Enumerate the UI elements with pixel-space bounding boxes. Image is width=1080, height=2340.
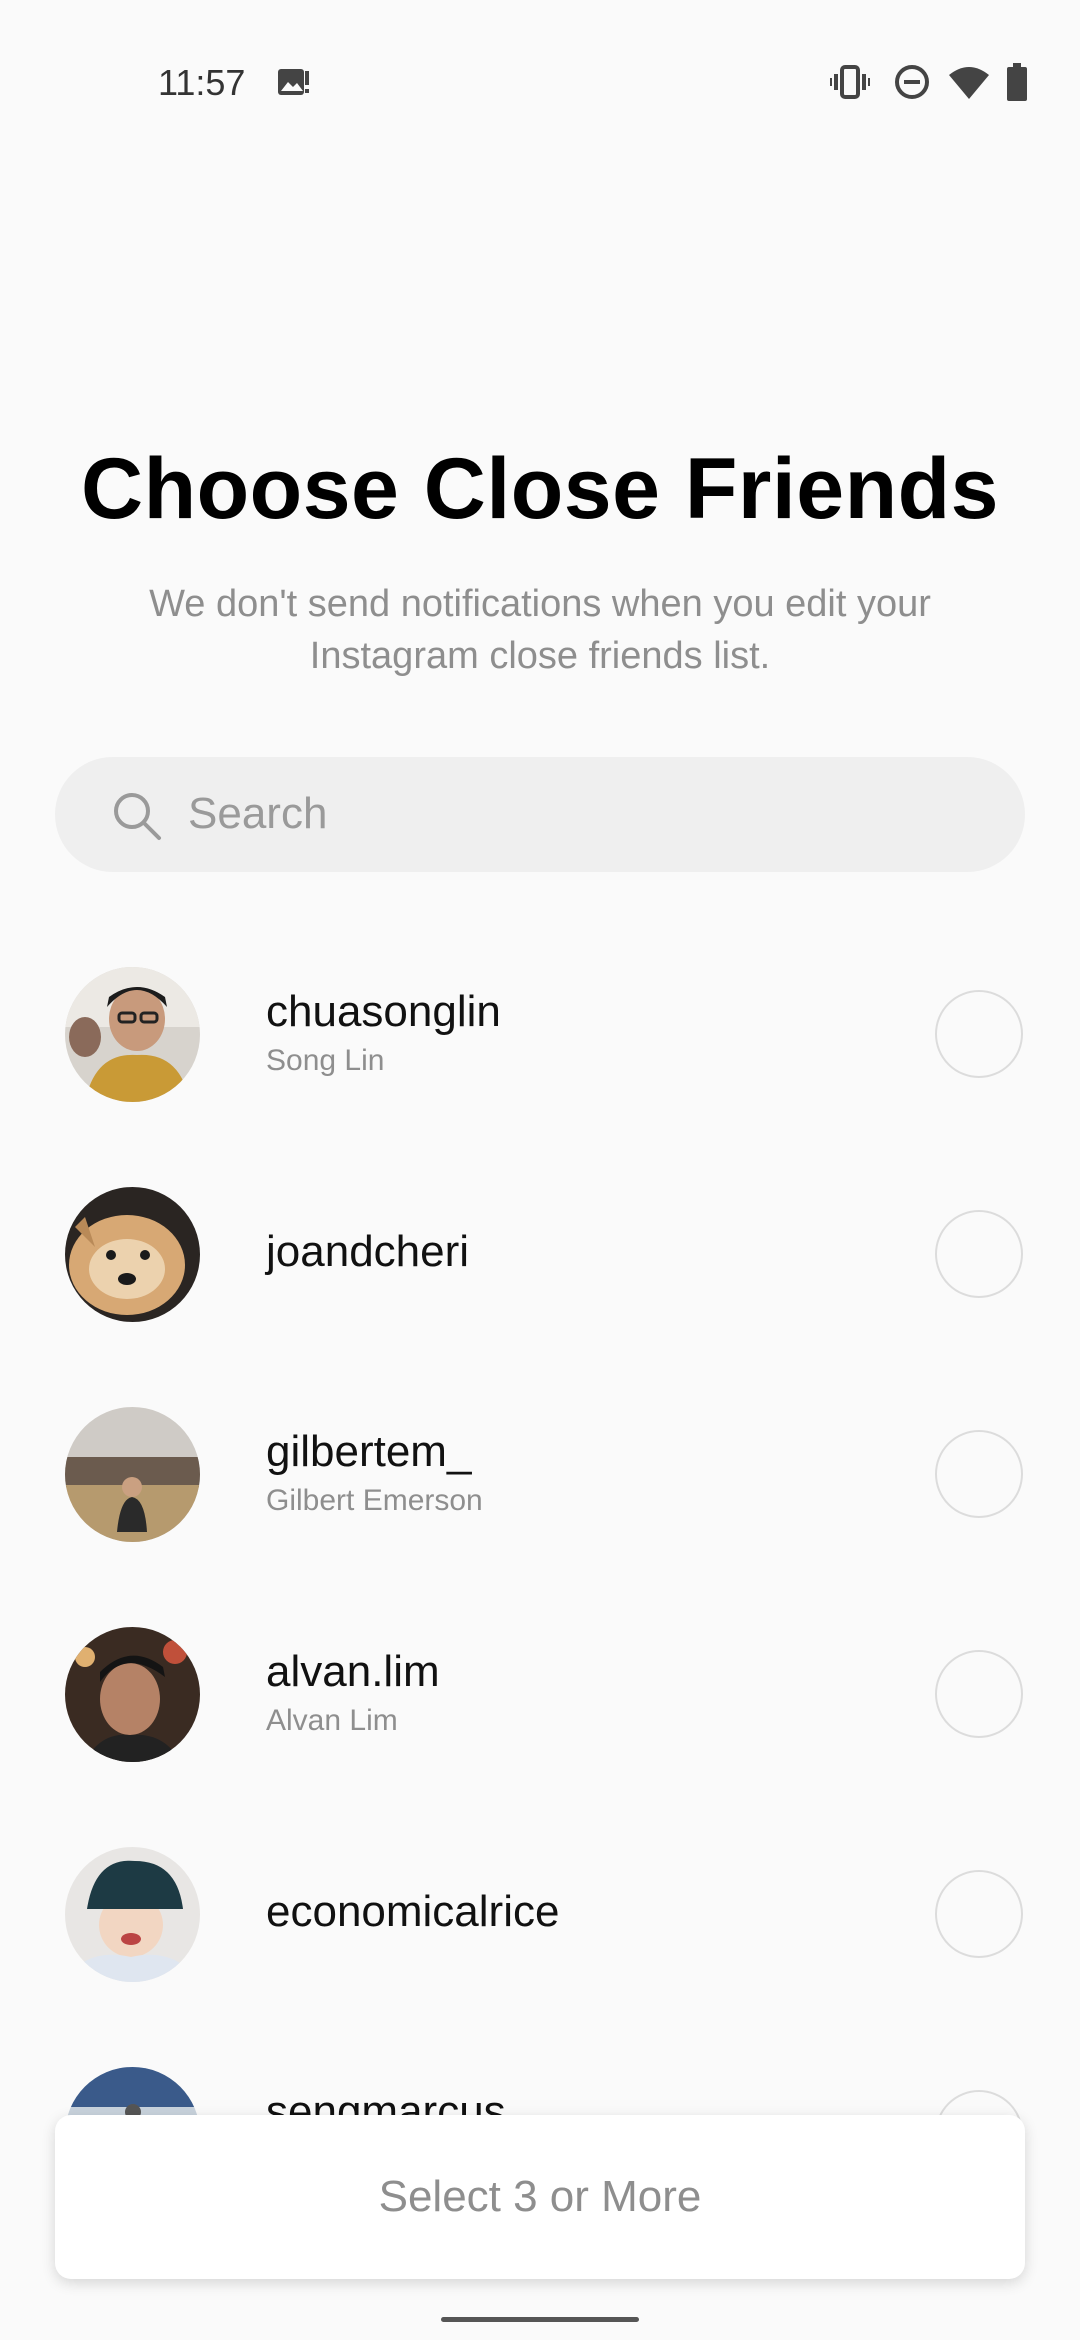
do-not-disturb-icon: [893, 62, 931, 102]
vibrate-icon: [830, 62, 870, 102]
select-more-button[interactable]: Select 3 or More: [55, 2115, 1025, 2279]
image-alert-icon: [276, 62, 310, 102]
avatar: [65, 1627, 200, 1762]
friend-row[interactable]: chuasonglin Song Lin: [0, 955, 1080, 1115]
page-subtitle: We don't send notifications when you edi…: [149, 583, 931, 677]
friend-username: gilbertem_: [266, 1427, 472, 1476]
page-title: Choose Close Friends: [81, 441, 999, 537]
avatar: [65, 967, 200, 1102]
search-bar[interactable]: Search: [55, 757, 1025, 872]
gesture-bar[interactable]: [441, 2317, 639, 2322]
friend-row[interactable]: economicalrice: [0, 1835, 1080, 1995]
friend-row[interactable]: alvan.lim Alvan Lim: [0, 1615, 1080, 1775]
friend-fullname: Gilbert Emerson: [266, 1484, 483, 1517]
friend-fullname: Alvan Lim: [266, 1704, 398, 1737]
status-time: 11:57: [158, 62, 246, 103]
friend-row[interactable]: joandcheri: [0, 1175, 1080, 1335]
battery-icon: [1005, 62, 1029, 102]
select-checkbox[interactable]: [935, 990, 1023, 1078]
select-checkbox[interactable]: [935, 1870, 1023, 1958]
friend-row[interactable]: gilbertem_ Gilbert Emerson: [0, 1395, 1080, 1555]
friend-username: economicalrice: [266, 1887, 560, 1936]
wifi-icon: [949, 62, 989, 102]
search-icon: [111, 790, 163, 842]
avatar: [65, 1407, 200, 1542]
friend-username: alvan.lim: [266, 1647, 440, 1696]
friend-username: joandcheri: [266, 1227, 470, 1276]
friend-fullname: Song Lin: [266, 1044, 385, 1077]
search-input[interactable]: Search: [188, 789, 327, 839]
status-bar: 11:57: [0, 0, 1080, 170]
avatar: [65, 1847, 200, 1982]
friend-username: chuasonglin: [266, 987, 501, 1036]
avatar: [65, 1187, 200, 1322]
select-checkbox[interactable]: [935, 1210, 1023, 1298]
select-checkbox[interactable]: [935, 1430, 1023, 1518]
select-checkbox[interactable]: [935, 1650, 1023, 1738]
